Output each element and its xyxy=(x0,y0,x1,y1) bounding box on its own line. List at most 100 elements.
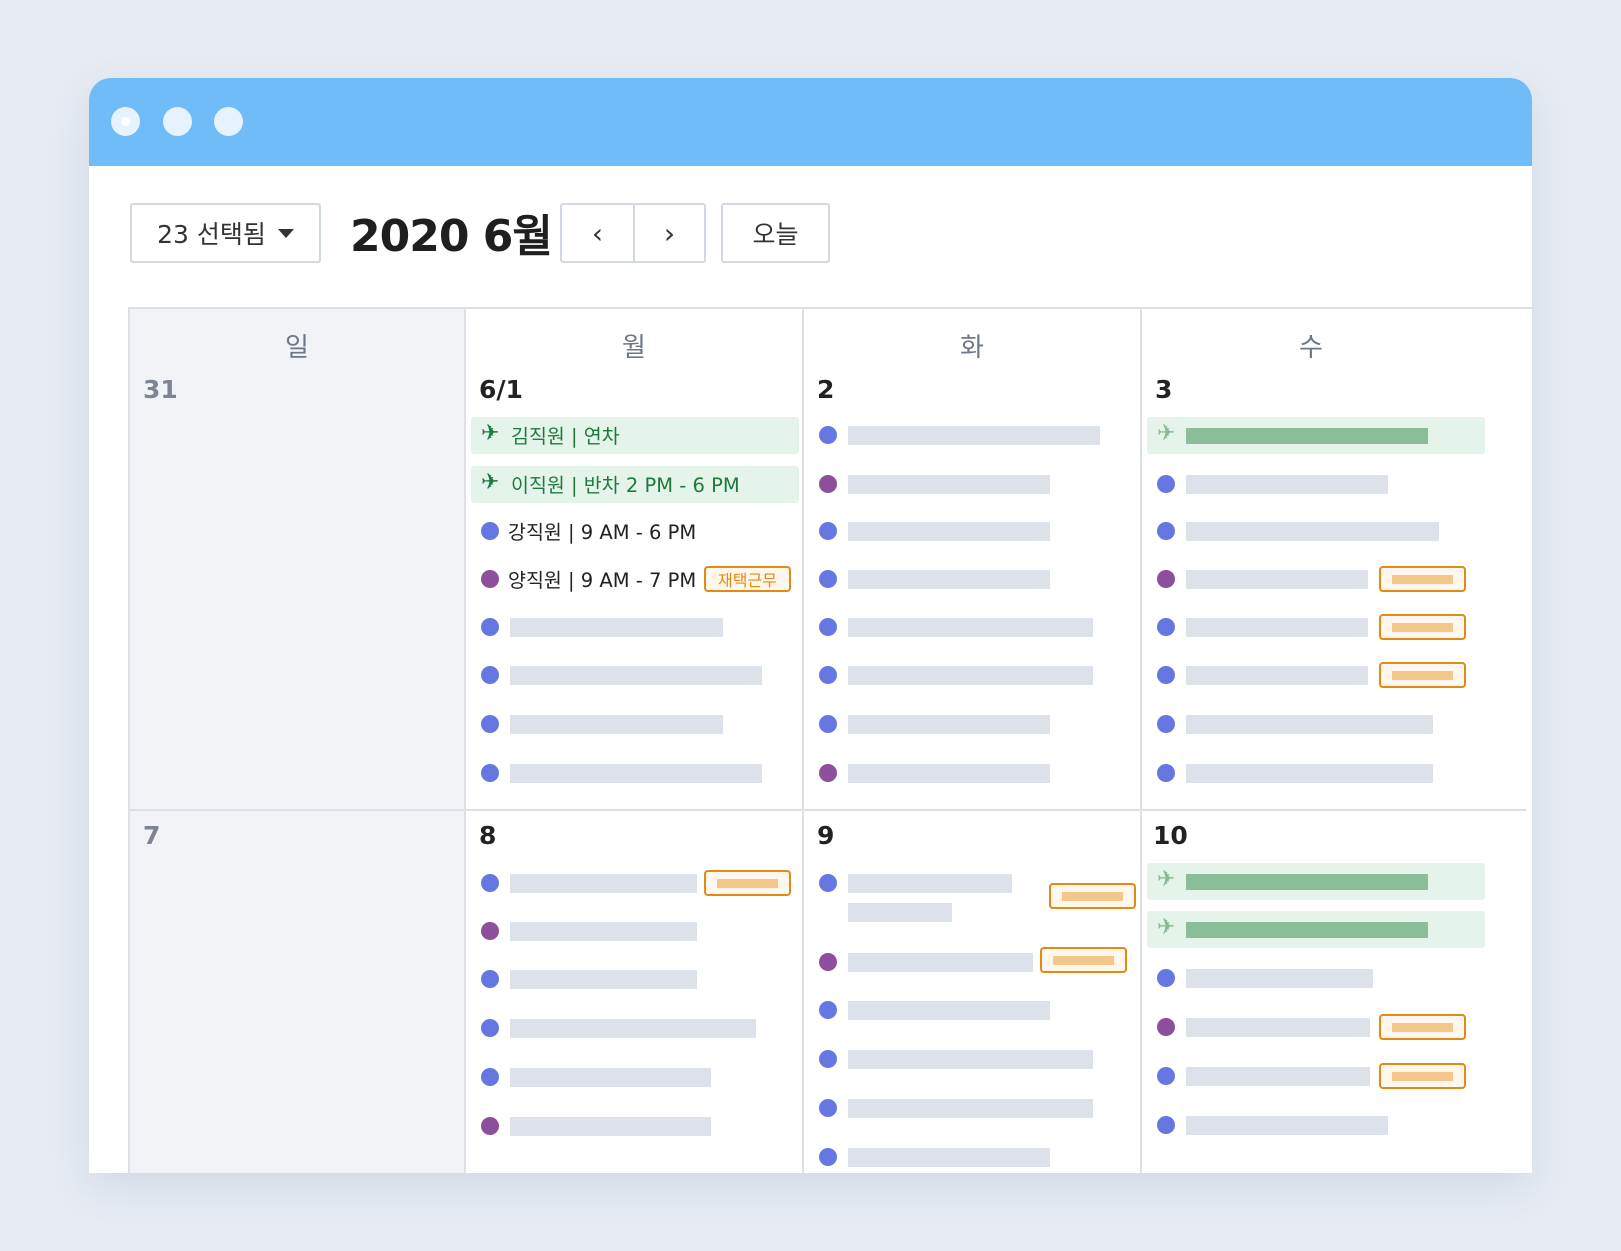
event-title: 양직원 | 9 AM - 7 PM xyxy=(508,569,697,592)
remote-work-tag xyxy=(1379,614,1466,640)
date-cell-label[interactable]: 7 xyxy=(143,821,160,850)
calendar-event[interactable] xyxy=(468,1108,798,1144)
event-color-dot xyxy=(1157,522,1175,540)
event-placeholder-bar xyxy=(1186,666,1368,685)
event-color-dot xyxy=(481,970,499,988)
date-cell-label[interactable]: 8 xyxy=(479,821,496,850)
leave-event[interactable]: ✈ xyxy=(1147,911,1485,948)
remote-work-tag xyxy=(704,870,791,896)
weekday-header: 화 xyxy=(960,333,984,363)
airplane-icon: ✈ xyxy=(1157,915,1176,940)
calendar-event[interactable] xyxy=(1144,960,1484,996)
leave-event[interactable]: ✈ 김직원 | 연차 xyxy=(471,417,799,454)
calendar-event[interactable] xyxy=(806,992,1136,1028)
calendar-event[interactable]: 강직원 | 9 AM - 6 PM xyxy=(468,513,798,549)
event-placeholder-bar xyxy=(848,874,1012,893)
event-placeholder-bar xyxy=(510,1117,711,1136)
calendar-event[interactable] xyxy=(1144,513,1484,549)
date-cell-label[interactable]: 6/1 xyxy=(479,375,523,404)
event-color-dot xyxy=(481,666,499,684)
calendar-event[interactable] xyxy=(468,1059,798,1095)
calendar-event[interactable] xyxy=(468,755,798,791)
event-placeholder-bar xyxy=(848,426,1100,445)
calendar-event[interactable] xyxy=(806,417,1136,453)
calendar-window: 23 선택됨 2020 6월 ‹ › 오늘 일 월 화 수 31 6/1 2 3 xyxy=(89,78,1532,1173)
calendar-event[interactable] xyxy=(806,657,1136,693)
calendar-event[interactable] xyxy=(1144,706,1484,742)
event-placeholder-bar xyxy=(510,618,723,637)
leave-event[interactable]: ✈ xyxy=(1147,417,1485,454)
calendar-event[interactable] xyxy=(468,706,798,742)
event-color-dot xyxy=(481,618,499,636)
calendar-event[interactable] xyxy=(1144,466,1484,502)
event-placeholder-bar xyxy=(848,715,1050,734)
event-color-dot xyxy=(1157,475,1175,493)
calendar-event[interactable] xyxy=(468,1010,798,1046)
leave-event[interactable]: ✈ xyxy=(1147,863,1485,900)
event-placeholder-bar xyxy=(848,522,1050,541)
event-color-dot xyxy=(819,715,837,733)
calendar-event[interactable] xyxy=(1144,755,1484,791)
event-title: 강직원 | 9 AM - 6 PM xyxy=(508,521,697,544)
event-placeholder-bar xyxy=(1186,1116,1388,1135)
window-dot-3[interactable] xyxy=(214,107,243,136)
calendar-event[interactable] xyxy=(806,706,1136,742)
date-cell-label[interactable]: 31 xyxy=(143,375,178,404)
window-titlebar xyxy=(89,78,1532,166)
caret-down-icon xyxy=(277,228,294,238)
today-button[interactable]: 오늘 xyxy=(721,203,830,263)
event-placeholder-bar xyxy=(510,666,762,685)
date-cell-label[interactable]: 3 xyxy=(1155,375,1172,404)
date-cell-label[interactable]: 2 xyxy=(817,375,834,404)
chevron-right-icon: › xyxy=(663,216,676,250)
event-color-dot xyxy=(819,426,837,444)
date-cell-label[interactable]: 9 xyxy=(817,821,834,850)
event-placeholder-bar xyxy=(1186,969,1373,988)
event-color-dot xyxy=(819,764,837,782)
calendar-event[interactable] xyxy=(1144,1107,1484,1143)
event-color-dot xyxy=(1157,618,1175,636)
event-placeholder-bar xyxy=(848,1148,1050,1167)
event-color-dot xyxy=(1157,764,1175,782)
event-color-dot xyxy=(481,922,499,940)
event-placeholder-bar xyxy=(848,953,1033,972)
event-color-dot xyxy=(819,1148,837,1166)
calendar-event[interactable] xyxy=(468,609,798,645)
window-dot-2[interactable] xyxy=(163,107,192,136)
week-divider xyxy=(130,809,1526,811)
calendar-event[interactable] xyxy=(806,1090,1136,1126)
calendar-event[interactable] xyxy=(806,1041,1136,1077)
event-color-dot xyxy=(481,570,499,588)
calendar-event[interactable] xyxy=(806,755,1136,791)
calendar-event[interactable] xyxy=(468,657,798,693)
calendar-event[interactable] xyxy=(806,1139,1136,1173)
calendar-event[interactable] xyxy=(806,513,1136,549)
window-dot-1[interactable] xyxy=(111,107,140,136)
event-placeholder-bar xyxy=(848,475,1050,494)
date-cell-label[interactable]: 10 xyxy=(1153,821,1188,850)
event-title: 이직원 | 반차 2 PM - 6 PM xyxy=(511,474,740,497)
event-placeholder-bar xyxy=(1186,428,1428,444)
airplane-icon: ✈ xyxy=(1157,421,1176,446)
calendar-event[interactable] xyxy=(806,561,1136,597)
next-month-button[interactable]: › xyxy=(633,205,704,261)
event-placeholder-bar xyxy=(848,1099,1093,1118)
event-placeholder-bar xyxy=(510,874,697,893)
calendar-event[interactable] xyxy=(468,961,798,997)
leave-event[interactable]: ✈ 이직원 | 반차 2 PM - 6 PM xyxy=(471,466,799,503)
event-placeholder-bar xyxy=(510,1068,711,1087)
prev-month-button[interactable]: ‹ xyxy=(562,205,633,261)
calendar-event[interactable] xyxy=(806,466,1136,502)
event-placeholder-bar xyxy=(1186,874,1428,890)
calendar-event[interactable] xyxy=(806,609,1136,645)
event-color-dot xyxy=(819,1099,837,1117)
remote-work-tag xyxy=(1379,1014,1466,1040)
event-color-dot xyxy=(481,715,499,733)
event-placeholder-bar xyxy=(510,922,697,941)
calendar-event[interactable] xyxy=(468,913,798,949)
event-color-dot xyxy=(1157,969,1175,987)
event-color-dot xyxy=(1157,666,1175,684)
calendar-filter-dropdown[interactable]: 23 선택됨 xyxy=(130,203,321,263)
event-placeholder-bar xyxy=(848,903,952,922)
event-color-dot xyxy=(1157,570,1175,588)
